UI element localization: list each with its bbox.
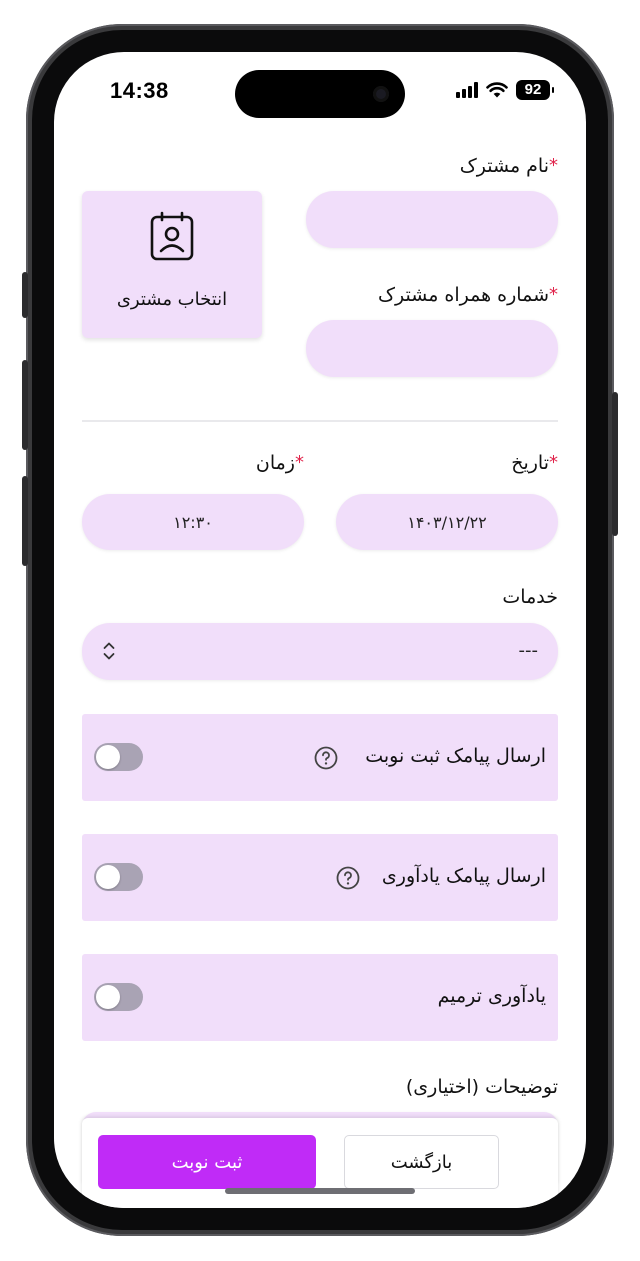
help-icon[interactable] — [336, 866, 360, 890]
dynamic-island — [235, 70, 405, 118]
date-label-text: تاریخ — [511, 452, 549, 474]
date-input[interactable] — [336, 494, 558, 550]
volume-up-button — [22, 360, 28, 450]
customer-phone-label-text: شماره همراه مشترک — [378, 284, 549, 306]
customer-name-input[interactable] — [306, 191, 558, 248]
services-label: خدمات — [502, 586, 558, 608]
reminder-sms-label: ارسال پیامک یادآوری — [381, 865, 546, 887]
reminder-sms-toggle[interactable] — [94, 863, 143, 891]
touchup-reminder-card: یادآوری ترمیم — [82, 954, 558, 1041]
home-indicator[interactable] — [225, 1188, 415, 1194]
toggle-knob — [96, 985, 120, 1009]
time-input[interactable] — [82, 494, 304, 550]
contact-book-icon — [150, 211, 194, 261]
toggle-knob — [96, 865, 120, 889]
power-button — [612, 392, 618, 536]
front-camera — [373, 86, 389, 102]
select-customer-button[interactable]: انتخاب مشتری — [82, 191, 262, 338]
required-mark: * — [549, 284, 558, 305]
chevron-up-down-icon — [103, 642, 115, 660]
booking-sms-label: ارسال پیامک ثبت نوبت — [365, 745, 546, 767]
customer-phone-label: *شماره همراه مشترک — [378, 284, 558, 306]
time-label-text: زمان — [255, 452, 295, 474]
services-select[interactable]: --- — [82, 623, 558, 680]
date-label: *تاریخ — [511, 452, 558, 474]
battery-icon: 92 — [516, 80, 554, 100]
select-customer-label: انتخاب مشتری — [116, 289, 228, 310]
cellular-signal-icon — [456, 82, 478, 98]
notes-label: توضیحات (اختیاری) — [405, 1076, 558, 1098]
booking-sms-toggle[interactable] — [94, 743, 143, 771]
required-mark: * — [549, 155, 558, 176]
back-button[interactable]: بازگشت — [344, 1135, 499, 1189]
booking-sms-card: ارسال پیامک ثبت نوبت — [82, 714, 558, 801]
section-divider — [82, 420, 558, 422]
wifi-icon — [486, 82, 508, 98]
services-selected-value: --- — [518, 640, 539, 661]
touchup-reminder-label: یادآوری ترمیم — [437, 985, 546, 1007]
app-screen: 14:38 92 *نام مشترک *شماره همراه مشترک ا… — [54, 52, 586, 1208]
required-mark: * — [295, 452, 304, 473]
toggle-knob — [96, 745, 120, 769]
required-mark: * — [549, 452, 558, 473]
time-label: *زمان — [256, 452, 304, 474]
touchup-reminder-toggle[interactable] — [94, 983, 143, 1011]
help-icon[interactable] — [314, 746, 338, 770]
submit-appointment-button[interactable]: ثبت نوبت — [98, 1135, 316, 1189]
customer-name-label: *نام مشترک — [460, 155, 558, 177]
customer-phone-input[interactable] — [306, 320, 558, 377]
action-button — [22, 272, 28, 318]
status-icons: 92 — [456, 80, 554, 100]
reminder-sms-card: ارسال پیامک یادآوری — [82, 834, 558, 921]
status-time: 14:38 — [110, 78, 169, 103]
volume-down-button — [22, 476, 28, 566]
customer-name-label-text: نام مشترک — [459, 155, 549, 177]
